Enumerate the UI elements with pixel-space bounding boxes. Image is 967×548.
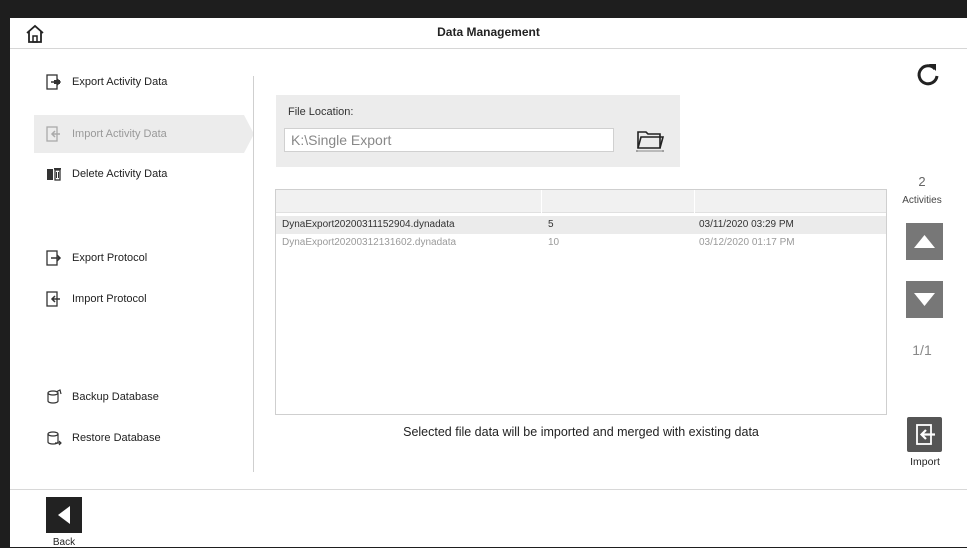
table-row[interactable]: DynaExport20200311152904.dynadata 5 03/1… [276, 216, 886, 234]
import-hint-text: Selected file data will be imported and … [403, 425, 759, 439]
sidebar-item-label: Import Protocol [72, 293, 147, 305]
app-window: Data Management Export Activity Data Imp… [10, 18, 967, 548]
file-name-cell: DynaExport20200312131602.dynadata [282, 237, 457, 248]
activity-count-cell: 5 [548, 219, 554, 230]
backup-icon [46, 389, 62, 405]
back-arrow-icon [58, 506, 70, 524]
file-name-cell: DynaExport20200311152904.dynadata [282, 219, 455, 230]
sidebar-item-export-activity-data[interactable]: Export Activity Data [34, 63, 244, 101]
date-cell: 03/11/2020 03:29 PM [699, 219, 794, 230]
sidebar-item-delete-activity-data[interactable]: Delete Activity Data [34, 155, 244, 193]
file-location-panel: File Location: K:\Single Export [276, 95, 680, 167]
scroll-down-button[interactable] [906, 281, 943, 318]
title-bar: Data Management [10, 18, 967, 49]
sidebar-item-label: Export Protocol [72, 252, 148, 264]
restore-icon [46, 430, 62, 446]
page-indicator: 1/1 [912, 342, 932, 358]
scroll-up-button[interactable] [906, 223, 943, 260]
page-title: Data Management [437, 25, 540, 39]
import-button[interactable] [907, 417, 942, 452]
refresh-icon[interactable] [915, 61, 941, 87]
import-button-label: Import [910, 456, 940, 468]
import-icon [46, 126, 62, 142]
sidebar-item-label: Backup Database [72, 391, 159, 403]
import-icon [916, 424, 935, 445]
sidebar-divider [253, 76, 254, 472]
export-icon [46, 250, 62, 266]
sidebar-item-backup-database[interactable]: Backup Database [34, 378, 244, 416]
activity-count: 2 [918, 174, 926, 189]
trash-icon [46, 166, 62, 182]
sidebar: Export Activity Data Import Activity Dat… [10, 49, 255, 489]
table-header [276, 190, 886, 213]
folder-icon[interactable] [634, 126, 666, 154]
sidebar-item-label: Restore Database [72, 432, 161, 444]
sidebar-item-label: Import Activity Data [72, 128, 167, 140]
back-button[interactable] [46, 497, 82, 533]
triangle-down-icon [914, 293, 935, 306]
sidebar-item-export-protocol[interactable]: Export Protocol [34, 239, 244, 277]
file-location-label: File Location: [288, 106, 354, 118]
table-row[interactable]: DynaExport20200312131602.dynadata 10 03/… [276, 234, 886, 252]
sidebar-item-restore-database[interactable]: Restore Database [34, 419, 244, 457]
triangle-up-icon [914, 235, 935, 248]
activity-count-label: Activities [902, 195, 942, 206]
footer-divider [10, 489, 967, 490]
export-icon [46, 74, 62, 90]
file-location-field[interactable]: K:\Single Export [284, 128, 614, 152]
import-icon [46, 291, 62, 307]
sidebar-item-import-protocol[interactable]: Import Protocol [34, 280, 244, 318]
sidebar-item-label: Delete Activity Data [72, 168, 168, 180]
date-cell: 03/12/2020 01:17 PM [699, 237, 795, 248]
back-button-label: Back [52, 537, 76, 548]
activity-count-cell: 10 [548, 237, 560, 248]
sidebar-item-label: Export Activity Data [72, 76, 168, 88]
sidebar-item-import-activity-data[interactable]: Import Activity Data [34, 115, 254, 153]
activity-file-table: DynaExport20200311152904.dynadata 5 03/1… [275, 189, 887, 415]
